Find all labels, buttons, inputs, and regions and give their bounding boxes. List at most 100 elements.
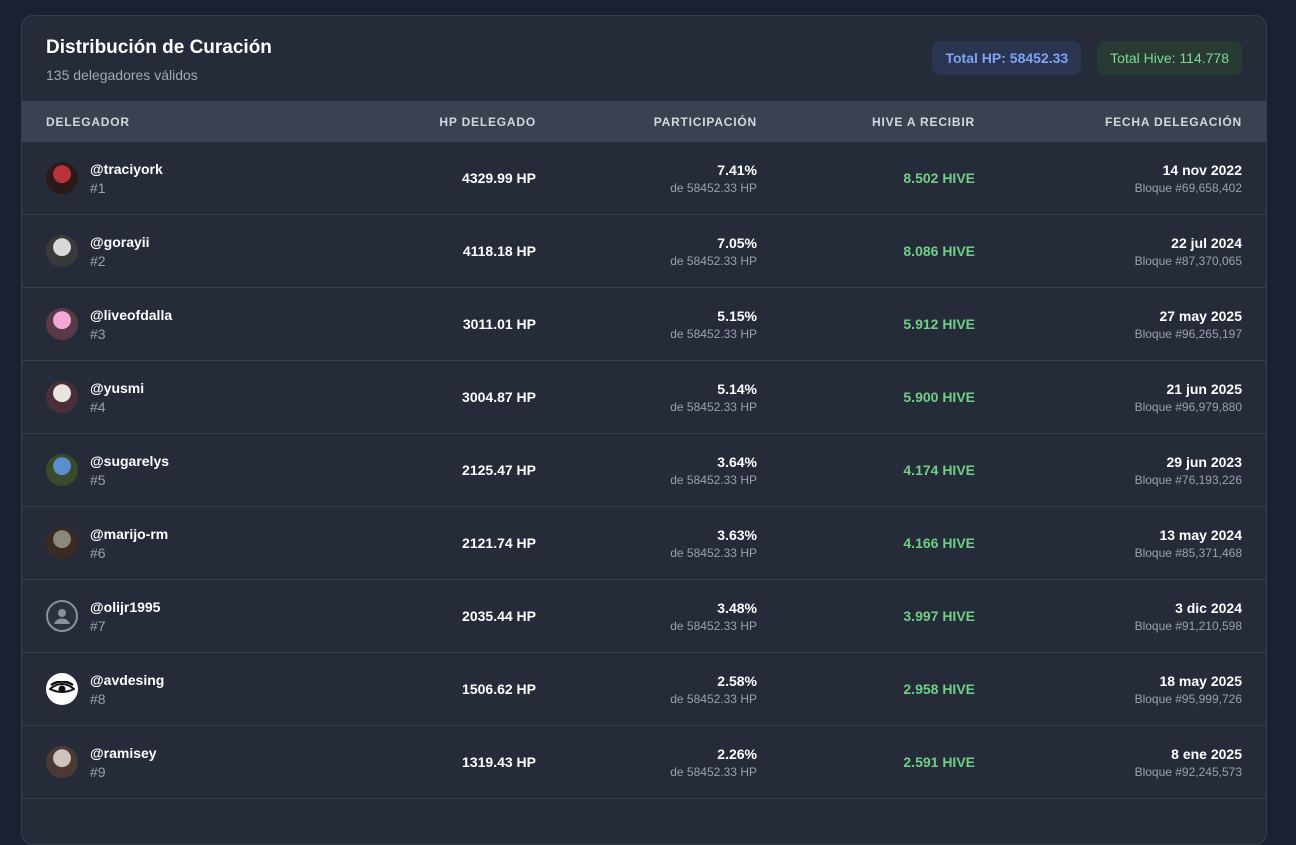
delegator-username[interactable]: @yusmi — [90, 380, 144, 396]
avatar[interactable] — [46, 235, 78, 267]
block-number: Bloque #85,371,468 — [1134, 545, 1242, 560]
participation-percent: 3.63% — [717, 526, 757, 543]
avatar[interactable] — [46, 673, 78, 705]
delegator-rank: #9 — [90, 763, 106, 780]
total-hive-badge: Total Hive: 114.778 — [1097, 41, 1242, 75]
hive-cell: 8.086 HIVE — [757, 243, 975, 259]
delegation-date: 3 dic 2024 — [1175, 599, 1242, 616]
avatar[interactable] — [46, 308, 78, 340]
date-cell: 21 jun 2025 Bloque #96,979,880 — [975, 381, 1242, 414]
delegator-rank: #6 — [90, 544, 106, 561]
delegation-date: 8 ene 2025 — [1171, 745, 1242, 762]
avatar[interactable] — [46, 454, 78, 486]
table-row[interactable]: @traciyork #1 4329.99 HP 7.41% de 58452.… — [22, 142, 1266, 215]
delegation-date: 29 jun 2023 — [1166, 453, 1243, 470]
delegator-username[interactable]: @liveofdalla — [90, 307, 172, 323]
date-cell: 27 may 2025 Bloque #96,265,197 — [975, 308, 1242, 341]
participation-cell: 3.64% de 58452.33 HP — [536, 454, 757, 487]
hive-cell: 8.502 HIVE — [757, 170, 975, 186]
table-row[interactable]: @sugarelys #5 2125.47 HP 3.64% de 58452.… — [22, 434, 1266, 507]
profile-picture-icon — [51, 534, 73, 559]
date-cell: 14 nov 2022 Bloque #69,658,402 — [975, 162, 1242, 195]
column-header-delegator[interactable]: DELEGADOR — [22, 115, 288, 129]
participation-percent: 5.14% — [717, 380, 757, 397]
block-number: Bloque #87,370,065 — [1134, 253, 1242, 268]
delegators-count: 135 delegadores válidos — [46, 67, 198, 83]
delegator-username[interactable]: @sugarelys — [90, 453, 169, 469]
delegator-username[interactable]: @traciyork — [90, 161, 163, 177]
table-row[interactable]: @avdesing #8 1506.62 HP 2.58% de 58452.3… — [22, 653, 1266, 726]
delegator-username[interactable]: @avdesing — [90, 672, 164, 688]
delegator-username[interactable]: @gorayii — [90, 234, 150, 250]
table-row[interactable]: @olijr1995 #7 2035.44 HP 3.48% de 58452.… — [22, 580, 1266, 653]
delegator-rank: #1 — [90, 179, 106, 196]
delegation-date: 21 jun 2025 — [1166, 380, 1243, 397]
participation-total: de 58452.33 HP — [670, 326, 757, 341]
avatar[interactable] — [46, 381, 78, 413]
participation-percent: 3.64% — [717, 453, 757, 470]
delegator-username[interactable]: @marijo-rm — [90, 526, 168, 542]
avatar[interactable] — [46, 162, 78, 194]
date-cell: 18 may 2025 Bloque #95,999,726 — [975, 673, 1242, 706]
participation-total: de 58452.33 HP — [670, 764, 757, 779]
delegator-cell: @olijr1995 #7 — [22, 599, 288, 634]
hp-delegated-cell: 4118.18 HP — [288, 243, 536, 259]
table-row[interactable]: @marijo-rm #6 2121.74 HP 3.63% de 58452.… — [22, 507, 1266, 580]
hive-to-receive-value: 2.958 HIVE — [903, 681, 975, 697]
participation-cell: 5.15% de 58452.33 HP — [536, 308, 757, 341]
column-header-hive[interactable]: HIVE A RECIBIR — [757, 115, 975, 129]
date-cell: 29 jun 2023 Bloque #76,193,226 — [975, 454, 1242, 487]
profile-picture-icon — [51, 753, 73, 778]
hive-to-receive-value: 2.591 HIVE — [903, 754, 975, 770]
participation-total: de 58452.33 HP — [670, 618, 757, 633]
delegation-date: 22 jul 2024 — [1171, 234, 1242, 251]
participation-percent: 2.58% — [717, 672, 757, 689]
delegator-cell: @liveofdalla #3 — [22, 307, 288, 342]
panel-header: Distribución de Curación 135 delegadores… — [22, 16, 1266, 101]
hive-cell: 5.900 HIVE — [757, 389, 975, 405]
hp-delegated-cell: 2121.74 HP — [288, 535, 536, 551]
table-header: DELEGADOR HP DELEGADO PARTICIPACIÓN HIVE… — [22, 101, 1266, 142]
participation-total: de 58452.33 HP — [670, 691, 757, 706]
profile-picture-icon — [51, 388, 73, 413]
column-header-hp[interactable]: HP DELEGADO — [288, 115, 536, 129]
hp-delegated-value: 4329.99 HP — [462, 170, 536, 186]
hp-delegated-value: 3011.01 HP — [462, 316, 536, 332]
hp-delegated-cell: 3004.87 HP — [288, 389, 536, 405]
delegator-rank: #3 — [90, 325, 106, 342]
block-number: Bloque #91,210,598 — [1134, 618, 1242, 633]
table-row[interactable]: @gorayii #2 4118.18 HP 7.05% de 58452.33… — [22, 215, 1266, 288]
hive-to-receive-value: 5.912 HIVE — [903, 316, 975, 332]
hp-delegated-value: 1319.43 HP — [462, 754, 536, 770]
table-row[interactable]: @ramisey #9 1319.43 HP 2.26% de 58452.33… — [22, 726, 1266, 799]
column-header-date[interactable]: FECHA DELEGACIÓN — [975, 115, 1242, 129]
table-row[interactable]: @yusmi #4 3004.87 HP 5.14% de 58452.33 H… — [22, 361, 1266, 434]
hive-cell: 3.997 HIVE — [757, 608, 975, 624]
table-row[interactable]: @liveofdalla #3 3011.01 HP 5.15% de 5845… — [22, 288, 1266, 361]
total-hp-badge: Total HP: 58452.33 — [932, 41, 1082, 75]
hp-delegated-value: 2121.74 HP — [462, 535, 536, 551]
avatar[interactable] — [46, 527, 78, 559]
avatar[interactable] — [46, 600, 78, 632]
curation-distribution-panel: Distribución de Curación 135 delegadores… — [21, 15, 1267, 845]
totals-badges: Total HP: 58452.33 Total Hive: 114.778 — [932, 41, 1242, 75]
participation-percent: 7.41% — [717, 161, 757, 178]
delegator-rank: #4 — [90, 398, 106, 415]
profile-picture-icon — [51, 461, 73, 486]
delegation-date: 27 may 2025 — [1159, 307, 1242, 324]
participation-percent: 3.48% — [717, 599, 757, 616]
profile-picture-icon — [51, 169, 73, 194]
participation-percent: 5.15% — [717, 307, 757, 324]
avatar[interactable] — [46, 746, 78, 778]
column-header-participation[interactable]: PARTICIPACIÓN — [536, 115, 757, 129]
participation-percent: 2.26% — [717, 745, 757, 762]
hp-delegated-cell: 4329.99 HP — [288, 170, 536, 186]
profile-picture-icon — [51, 242, 73, 267]
hive-cell: 2.958 HIVE — [757, 681, 975, 697]
delegator-username[interactable]: @ramisey — [90, 745, 157, 761]
participation-percent: 7.05% — [717, 234, 757, 251]
block-number: Bloque #96,979,880 — [1134, 399, 1242, 414]
delegator-rank: #5 — [90, 471, 106, 488]
hp-delegated-cell: 2035.44 HP — [288, 608, 536, 624]
delegator-username[interactable]: @olijr1995 — [90, 599, 160, 615]
